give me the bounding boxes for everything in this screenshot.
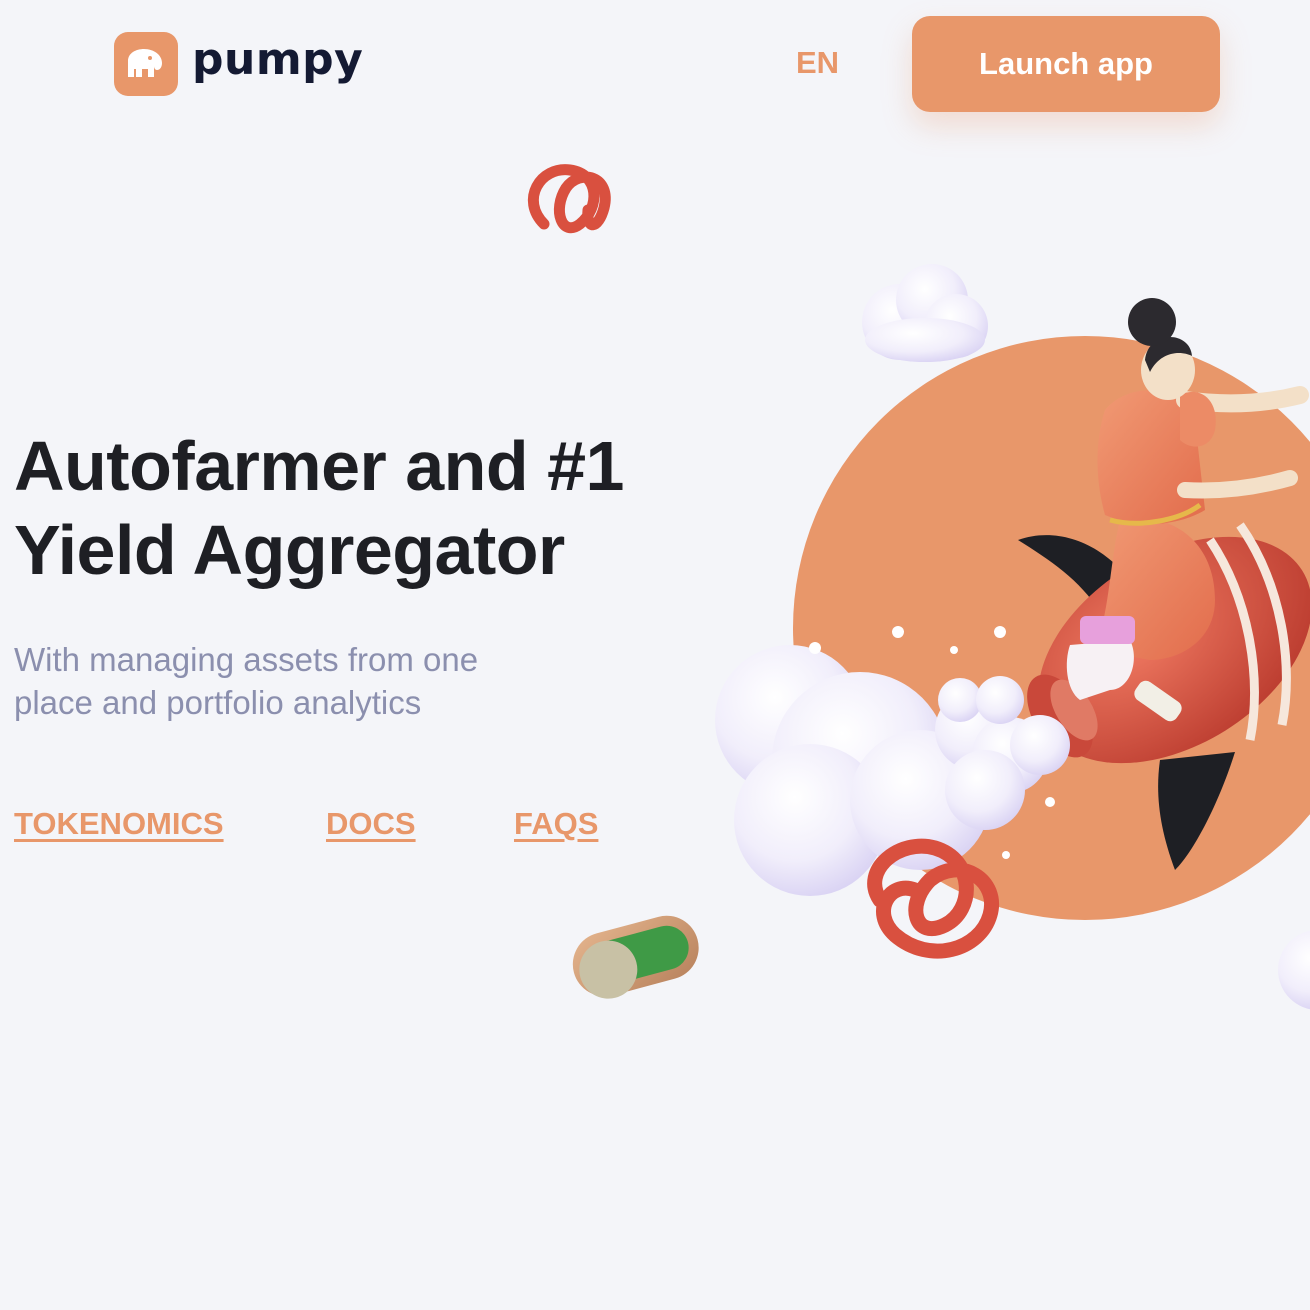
logo-text: pumpy: [192, 34, 364, 85]
rider-figure-shape: [1066, 298, 1309, 700]
hero-title-line-1: Autofarmer and #1: [14, 427, 624, 505]
cloud-edge-shape: [1278, 930, 1310, 1010]
hero-subtitle: With managing assets from one place and …: [14, 638, 574, 724]
site-header: pumpy EN Launch app: [0, 0, 1310, 130]
hero-title: Autofarmer and #1 Yield Aggregator: [14, 424, 694, 592]
docs-link[interactable]: DOCS: [326, 806, 416, 842]
hero-subtitle-line-1: With managing assets from one: [14, 641, 479, 678]
launch-app-button[interactable]: Launch app: [912, 16, 1220, 112]
rocket-shape: [1018, 522, 1310, 870]
cloud-small-shape: [862, 264, 988, 362]
tokenomics-link[interactable]: TOKENOMICS: [14, 806, 224, 842]
hero-subtitle-line-2: place and portfolio analytics: [14, 684, 422, 721]
toggle-pill-shape: [572, 915, 699, 999]
smoke-cloud-shape: [715, 626, 1070, 896]
spring-top-shape: [527, 164, 611, 234]
elephant-logo-icon: [114, 32, 178, 96]
hero-title-line-2: Yield Aggregator: [14, 511, 565, 589]
orange-circle-shape: [793, 336, 1310, 920]
spring-bottom-shape: [867, 838, 999, 959]
language-selector[interactable]: EN: [796, 45, 839, 81]
logo[interactable]: pumpy: [114, 32, 363, 96]
faqs-link[interactable]: FAQS: [514, 806, 598, 842]
